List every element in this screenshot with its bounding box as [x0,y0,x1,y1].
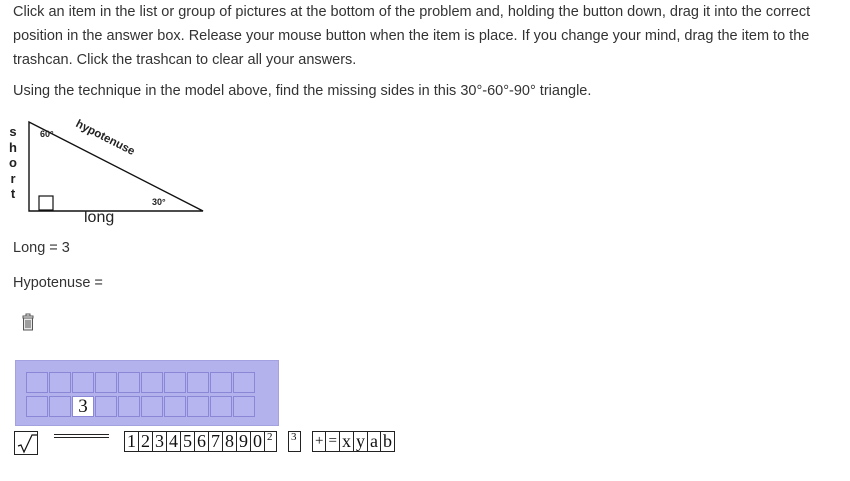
answer-slot[interactable] [187,372,209,393]
triangle-diagram: 60° 30° hypotenuse [28,118,204,212]
digit-tile-6[interactable]: 6 [194,431,209,452]
short-letter: h [9,139,17,155]
short-letter: r [10,170,16,186]
item-palette: 1 2 3 4 5 6 7 8 9 0 2 3 + = x y a b [14,431,395,455]
digit-tile-2[interactable]: 2 [138,431,153,452]
answer-slot[interactable] [95,396,117,417]
digit-tile-8[interactable]: 8 [222,431,237,452]
answer-box[interactable]: 3 [15,360,279,426]
given-long-value: Long = 3 [13,240,70,256]
variable-b-tile[interactable]: b [379,431,395,452]
angle-60-label: 60° [40,129,54,139]
answer-slot[interactable] [95,372,117,393]
answer-slot[interactable] [118,372,140,393]
answer-slot[interactable] [118,396,140,417]
answer-slot[interactable] [233,396,255,417]
answer-slot[interactable] [164,372,186,393]
short-letter: t [10,186,16,201]
digit-tile-4[interactable]: 4 [166,431,181,452]
answer-slot[interactable] [141,372,163,393]
digit-tile-5[interactable]: 5 [180,431,195,452]
fraction-bar-tile[interactable] [54,434,109,438]
answer-slot[interactable] [233,372,255,393]
answer-slot-filled[interactable]: 3 [72,396,94,417]
power-2-tile[interactable]: 2 [264,431,277,452]
answer-slot[interactable] [187,396,209,417]
answer-slot[interactable] [210,396,232,417]
answer-slot[interactable] [141,396,163,417]
square-root-tile[interactable] [14,431,38,455]
answer-slot[interactable] [49,372,71,393]
triangle-shape [28,120,204,212]
equals-tile[interactable]: = [325,431,340,452]
answer-slot[interactable] [210,372,232,393]
angle-30-label: 30° [152,197,166,207]
answer-row-bottom: 3 [26,396,256,417]
short-side-label: s h o r t [6,124,20,202]
answer-slot[interactable] [49,396,71,417]
short-letter: o [9,155,17,170]
plus-tile[interactable]: + [312,431,327,452]
power-3-tile[interactable]: 3 [288,431,301,452]
hypotenuse-prompt: Hypotenuse = [13,275,103,291]
variable-y-tile[interactable]: y [352,431,368,452]
answer-slot[interactable] [72,372,94,393]
digit-tile-3[interactable]: 3 [152,431,167,452]
variable-a-tile[interactable]: a [366,431,381,452]
right-angle-marker [38,195,54,211]
digit-tile-1[interactable]: 1 [124,431,139,452]
answer-slot[interactable] [164,396,186,417]
question-text: Using the technique in the model above, … [13,83,592,99]
answer-slot[interactable] [26,372,48,393]
variable-x-tile[interactable]: x [338,431,354,452]
digit-tile-0[interactable]: 0 [250,431,265,452]
long-side-label: long [84,209,115,226]
instructions-text: Click an item in the list or group of pi… [13,4,811,68]
trashcan-icon[interactable] [18,313,38,333]
digit-tile-7[interactable]: 7 [208,431,223,452]
square-root-icon [17,434,37,454]
answer-row-top [26,372,256,393]
answer-slot[interactable] [26,396,48,417]
hypotenuse-label: hypotenuse [74,118,137,158]
digit-tile-9[interactable]: 9 [236,431,251,452]
short-letter: s [9,124,17,139]
